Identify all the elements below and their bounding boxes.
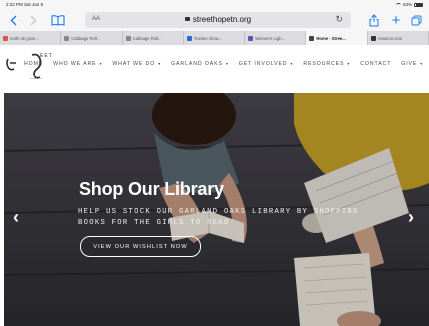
slider-prev-arrow-icon[interactable]: ‹ — [13, 208, 19, 226]
browser-tab[interactable]: Amazon.com — [368, 31, 429, 45]
address-bar[interactable]: AA streethopetn.org ↻ — [85, 12, 351, 28]
browser-tab[interactable]: Cabbage Roll... — [123, 31, 184, 45]
nav-item-label: GIVE — [401, 61, 418, 67]
tab-label: Amazon.com — [377, 35, 403, 41]
browser-toolbar: AA streethopetn.org ↻ + — [0, 9, 429, 31]
bookmarks-icon[interactable] — [50, 13, 66, 27]
nav-item-label: CONTACT — [360, 61, 392, 67]
view-wishlist-button[interactable]: VIEW OUR WISHLIST NOW — [80, 236, 201, 257]
nav-item-label: WHO WE ARE — [53, 61, 97, 67]
tab-strip: north ok gove... Cabbage Roll... Cabbage R… — [0, 31, 429, 45]
browser-tab[interactable]: Tracker show... — [184, 31, 246, 45]
hero-title: Shop Our Library — [79, 179, 224, 199]
svg-text:—IN—: —IN— — [30, 75, 42, 80]
tab-label: Women's Ligh... — [255, 35, 285, 41]
chevron-down-icon: ▾ — [345, 61, 351, 66]
nav-item-garland-oaks[interactable]: GARLAND OAKS ▾ — [171, 61, 229, 67]
tab-label: Cabbage Roll... — [71, 35, 101, 41]
tab-label: north ok gove... — [10, 35, 39, 41]
browser-tab[interactable]: north ok gove... — [0, 31, 62, 45]
tab-favicon-icon — [3, 35, 8, 41]
nav-item-what-we-do[interactable]: WHAT WE DO ▾ — [112, 61, 161, 67]
url-text: streethopetn.org — [85, 15, 351, 24]
main-nav: HOME WHO WE ARE ▾ WHAT WE DO ▾ GARLAND OAKS… — [24, 61, 424, 67]
battery-icon — [414, 2, 423, 7]
wifi-icon — [395, 2, 401, 7]
tab-label: Cabbage Roll... — [132, 35, 162, 41]
plus-icon[interactable]: + — [390, 13, 402, 28]
tab-favicon-icon — [248, 35, 254, 41]
nav-item-contact[interactable]: CONTACT — [360, 61, 391, 67]
nav-item-label: WHAT WE DO — [112, 61, 156, 67]
chevron-down-icon: ▾ — [223, 61, 229, 66]
status-time: 2:22 PM Sat Jan 9 — [6, 2, 44, 7]
reload-icon[interactable]: ↻ — [335, 14, 343, 25]
tabs-overview-icon[interactable] — [410, 13, 422, 27]
tab-label: Tracker show... — [193, 35, 223, 41]
slider-next-arrow-icon[interactable]: › — [408, 208, 414, 226]
tab-favicon-icon — [64, 35, 70, 41]
tab-label: Home - Stree... — [316, 35, 346, 41]
nav-item-give[interactable]: GIVE ▾ — [401, 61, 423, 67]
nav-item-label: RESOURCES — [303, 61, 345, 67]
nav-item-home[interactable]: HOME — [24, 61, 43, 67]
site-header: EET —IN— HOME WHO WE ARE ▾ WHAT WE DO ▾ GAR… — [0, 45, 429, 85]
status-right: 63% — [395, 2, 423, 7]
lock-icon — [184, 17, 190, 21]
nav-item-label: GARLAND OAKS — [171, 61, 223, 67]
chevron-right-icon[interactable] — [28, 13, 38, 27]
nav-item-label: HOME — [24, 61, 44, 67]
hero-slider: Shop Our Library HELP US STOCK OUR GARLA… — [4, 93, 429, 326]
browser-tab[interactable]: Home - Stree... — [306, 31, 368, 45]
nav-item-label: GET INVOLVED — [238, 61, 288, 67]
tab-favicon-icon — [125, 35, 131, 41]
svg-text:EET: EET — [40, 53, 53, 59]
tab-favicon-icon — [186, 35, 192, 41]
hero-subtitle: HELP US STOCK OUR GARLAND OAKS LIBRARY B… — [78, 208, 359, 227]
nav-item-resources[interactable]: RESOURCES ▾ — [303, 61, 350, 67]
chevron-down-icon: ▾ — [97, 61, 103, 66]
tab-favicon-icon — [309, 35, 315, 41]
browser-tab[interactable]: Women's Ligh... — [245, 31, 307, 45]
nav-item-get-involved[interactable]: GET INVOLVED ▾ — [239, 61, 294, 67]
nav-item-who-we-are[interactable]: WHO WE ARE ▾ — [53, 61, 102, 67]
browser-tab[interactable]: Cabbage Roll... — [61, 31, 123, 45]
chevron-down-icon: ▾ — [418, 61, 424, 66]
status-bar: 2:22 PM Sat Jan 9 63% — [0, 0, 429, 9]
share-icon[interactable] — [368, 13, 380, 27]
chevron-down-icon: ▾ — [156, 61, 162, 66]
chevron-left-icon[interactable] — [8, 13, 18, 27]
battery-percent: 63% — [402, 2, 412, 7]
ipad-screen: 2:22 PM Sat Jan 9 63% AA streethopetn.or… — [0, 0, 429, 326]
chevron-down-icon: ▾ — [288, 61, 294, 66]
tab-favicon-icon — [370, 35, 376, 41]
